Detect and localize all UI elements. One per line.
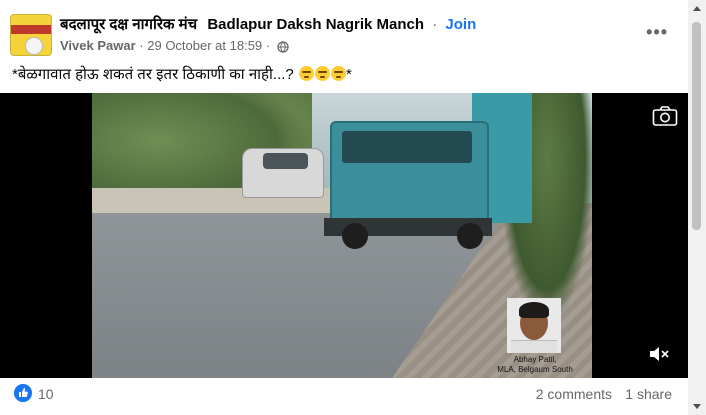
group-title-line: बदलापूर दक्ष नागरिक मंच Badlapur Daksh N… [60, 14, 476, 34]
car [242, 148, 324, 198]
speaker-portrait [507, 298, 561, 353]
post-text: *बेळगावात होऊ शकतं तर इतर ठिकाणी का नाही… [12, 64, 352, 84]
globe-icon[interactable] [277, 40, 289, 53]
post-card: बदलापूर दक्ष नागरिक मंच Badlapur Daksh N… [0, 0, 688, 415]
author-name[interactable]: Vivek Pawar [60, 38, 136, 53]
speaker-caption: Abhay Patil, MLA, Belgaum South [490, 355, 580, 375]
thinking-face-emoji [330, 66, 346, 81]
meta-separator: · [139, 38, 144, 53]
caption-line-2: MLA, Belgaum South [497, 365, 573, 374]
post-header: बदलापूर दक्ष नागरिक मंच Badlapur Daksh N… [10, 8, 678, 56]
truck-cab [330, 121, 489, 225]
scroll-thumb[interactable] [692, 22, 701, 230]
post-meta: Vivek Pawar · 29 October at 18:59 · [60, 38, 289, 53]
camera-icon[interactable] [652, 105, 678, 127]
post-timestamp[interactable]: 29 October at 18:59 [147, 38, 262, 53]
like-thumb-icon[interactable] [14, 384, 32, 402]
truck-wheel [342, 223, 368, 249]
post-text-body: *बेळगावात होऊ शकतं तर इतर ठिकाणी का नाही… [12, 66, 298, 83]
like-count[interactable]: 10 [38, 386, 54, 402]
video-player[interactable]: Abhay Patil, MLA, Belgaum South [0, 93, 688, 378]
title-separator: · [432, 16, 438, 33]
truck-wheel [457, 223, 483, 249]
more-options-icon[interactable]: ••• [646, 22, 668, 43]
scrollbar[interactable] [688, 0, 706, 415]
caption-line-1: Abhay Patil, [513, 355, 557, 364]
scroll-down-arrow-icon[interactable] [693, 404, 701, 409]
group-name-marathi[interactable]: बदलापूर दक्ष नागरिक मंच [60, 16, 197, 33]
post-text-end: * [345, 66, 352, 83]
avatar-face [25, 37, 43, 55]
avatar-banner [11, 25, 51, 34]
shares-count[interactable]: 1 share [625, 386, 672, 402]
thinking-face-emoji [298, 66, 314, 81]
group-name-english[interactable]: Badlapur Daksh Nagrik Manch [207, 16, 424, 33]
group-avatar[interactable] [10, 14, 52, 56]
speaker-muted-icon[interactable] [648, 344, 670, 364]
scroll-up-arrow-icon[interactable] [693, 6, 701, 11]
join-button[interactable]: Join [445, 16, 476, 33]
post-footer: 10 2 comments 1 share [0, 378, 688, 415]
comments-count[interactable]: 2 comments [536, 386, 612, 402]
thinking-face-emoji [314, 66, 330, 81]
